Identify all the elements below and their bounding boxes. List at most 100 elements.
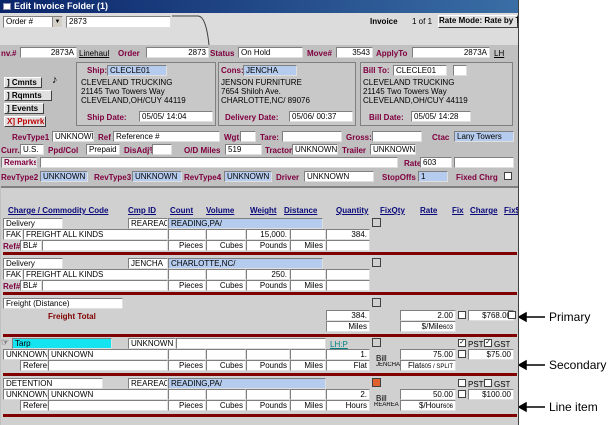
stop2-cmd-code[interactable]: FAK (3, 269, 23, 280)
stop2-volume[interactable] (206, 269, 246, 280)
disadj-field[interactable] (152, 144, 172, 155)
detention-weight-unit[interactable]: Pounds (246, 400, 290, 411)
tarp-volume[interactable] (206, 349, 246, 360)
tarp-charge[interactable]: $75.00 (468, 349, 514, 360)
status-field[interactable]: On Hold (238, 47, 303, 58)
detention-flag-button[interactable] (372, 378, 381, 387)
stop1-distance[interactable] (290, 229, 326, 240)
stop1-volume-unit[interactable]: Cubes (206, 240, 246, 251)
bill-to-code-field[interactable]: CLECLE01 (393, 65, 447, 76)
tarp-fix-checkbox[interactable] (458, 350, 466, 358)
rate-field[interactable]: 603 (420, 157, 452, 168)
tarp-gst-checkbox[interactable]: ✓ (484, 339, 492, 347)
search-value-input[interactable]: 2873 (66, 16, 171, 28)
stop1-count-unit[interactable]: Pieces (168, 240, 206, 251)
delivery-date-field[interactable]: 05/06/ 00:37 (289, 111, 353, 122)
stop2-company-field[interactable]: JENCHA (128, 258, 168, 269)
tractor-field[interactable]: UNKNOWN (292, 144, 338, 155)
gross-field[interactable] (372, 131, 422, 142)
detention-ref-label[interactable]: Reference # (20, 400, 48, 411)
col-header-fix[interactable]: Fix (452, 206, 464, 215)
stop1-distance-unit[interactable]: Miles (290, 240, 326, 251)
bill-date-field[interactable]: 05/05/ 14:28 (411, 111, 471, 122)
ppd-col-field[interactable]: Prepaid (86, 144, 120, 155)
detention-distance-unit[interactable]: Miles (290, 400, 326, 411)
tare-field[interactable] (282, 131, 342, 142)
stop2-city-field[interactable]: CHARLOTTE,NC/ (168, 258, 323, 269)
detention-cmd-code[interactable]: UNKNOWN (3, 389, 48, 400)
stop2-volume-unit[interactable]: Cubes (206, 280, 246, 291)
stop1-weight-unit[interactable]: Pounds (246, 240, 290, 251)
stop2-commodity[interactable]: FREIGHT ALL KINDS (23, 269, 168, 280)
detention-qty-unit[interactable]: Hours (326, 400, 370, 411)
stop1-commodity[interactable]: FREIGHT ALL KINDS (23, 229, 168, 240)
freight-rate-unit[interactable]: $/Mile603 (400, 321, 456, 332)
detention-charge-field[interactable]: DETENTION (3, 378, 103, 389)
col-header-charge-amt[interactable]: Charge (470, 206, 498, 215)
tarp-flag-button[interactable] (372, 338, 381, 347)
stop2-qty-unit[interactable] (326, 280, 370, 291)
detention-commodity[interactable]: UNKNOWN (48, 389, 168, 400)
detention-quantity[interactable]: 2. (326, 389, 370, 400)
col-header-rate[interactable]: Rate (420, 206, 437, 215)
revtype3-field[interactable]: UNKNOWN (132, 171, 182, 182)
tarp-distance[interactable] (290, 349, 326, 360)
col-header-count[interactable]: Count (170, 206, 193, 215)
driver-field[interactable]: UNKNOWN (304, 171, 374, 182)
stop1-qty-unit[interactable] (326, 240, 370, 251)
tarp-volume-unit[interactable]: Cubes (206, 360, 246, 371)
od-miles-field[interactable]: 519 (225, 144, 262, 155)
comments-button[interactable]: ] Cmnts (4, 77, 42, 88)
col-header-quantity[interactable]: Quantity (336, 206, 368, 215)
col-header-charge[interactable]: Charge / Commodity Code (8, 206, 108, 215)
tarp-cmd-code[interactable]: UNKNOWN (3, 349, 48, 360)
stop2-flag-button[interactable] (372, 258, 381, 267)
chevron-down-icon[interactable]: ▼ (52, 17, 62, 27)
stop2-count-unit[interactable]: Pieces (168, 280, 206, 291)
stop2-distance-unit[interactable]: Miles (290, 280, 326, 291)
stop2-weight-unit[interactable]: Pounds (246, 280, 290, 291)
tarp-weight-unit[interactable]: Pounds (246, 360, 290, 371)
col-header-weight[interactable]: Weight (250, 206, 277, 215)
rate-mode-button[interactable]: Rate Mode: Rate by Total (438, 15, 518, 28)
stop1-ref-type[interactable]: BL# (20, 240, 42, 251)
detention-count-unit[interactable]: Pieces (168, 400, 206, 411)
detention-fix-checkbox[interactable] (458, 390, 466, 398)
stop1-flag-button[interactable] (372, 218, 381, 227)
order-number-field[interactable]: 2873 (146, 47, 209, 58)
detention-rate-unit[interactable]: $/Hour606 (400, 400, 456, 411)
tarp-distance-unit[interactable]: Miles (290, 360, 326, 371)
rate-extra-field[interactable] (454, 157, 514, 168)
detention-rate[interactable]: 50.00 (400, 389, 456, 400)
currency-field[interactable]: U.S. (20, 144, 44, 155)
freight-fix-checkbox[interactable] (458, 311, 466, 319)
col-header-fixqty[interactable]: FixQty (380, 206, 405, 215)
reference-field[interactable]: Reference # (113, 131, 220, 142)
freight-rate[interactable]: 2.00 (400, 310, 456, 321)
ship-date-field[interactable]: 05/05/ 14:04 (139, 111, 213, 122)
tarp-count[interactable] (168, 349, 206, 360)
remarks-button[interactable]: Remarks (1, 157, 37, 168)
stop2-count[interactable] (168, 269, 206, 280)
linehaul-link[interactable]: Linehaul (79, 49, 109, 58)
stop2-ref-value[interactable] (42, 280, 168, 291)
stop1-city-field[interactable]: READING,PA/ (168, 218, 323, 229)
stop2-quantity[interactable] (326, 269, 370, 280)
invoice-number-field[interactable]: 2873A (20, 47, 77, 58)
tarp-count-unit[interactable]: Pieces (168, 360, 206, 371)
detention-volume[interactable] (206, 389, 246, 400)
stop1-quantity[interactable]: 384. (326, 229, 370, 240)
col-header-cmp-id[interactable]: Cmp ID (128, 206, 156, 215)
tarp-qty-unit[interactable]: Flat (326, 360, 370, 371)
ship-code-field[interactable]: CLECLE01 (107, 65, 167, 76)
stop2-ref-type[interactable]: BL# (20, 280, 42, 291)
revtype4-field[interactable]: UNKNOWN (224, 171, 272, 182)
col-header-distance[interactable]: Distance (284, 206, 317, 215)
tarp-commodity[interactable]: UNKNOWN (48, 349, 168, 360)
tarp-company-field[interactable]: UNKNOWN (128, 338, 176, 349)
col-header-fix-dollar[interactable]: Fix$ (504, 206, 518, 215)
stop2-weight[interactable]: 250. (246, 269, 290, 280)
stopoffs-field[interactable]: 1 (418, 171, 448, 182)
tarp-weight[interactable] (246, 349, 290, 360)
tarp-pst-checkbox[interactable]: ✓ (458, 339, 466, 347)
